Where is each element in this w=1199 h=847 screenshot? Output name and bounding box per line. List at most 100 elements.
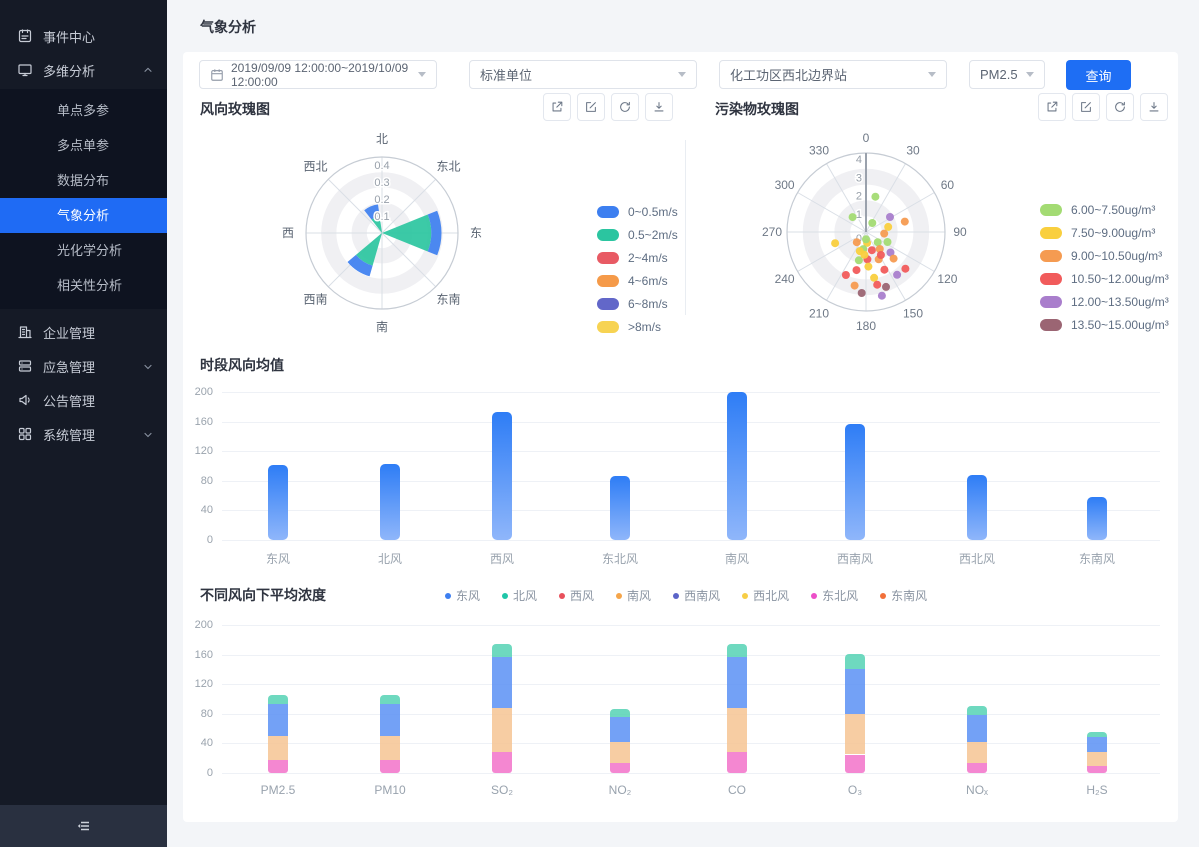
- date-range-picker[interactable]: 2019/09/09 12:00:00~2019/10/09 12:00:00: [199, 60, 437, 89]
- legend-dot: [811, 593, 817, 599]
- svg-text:3: 3: [856, 172, 862, 184]
- svg-text:330: 330: [809, 144, 829, 158]
- svg-text:4: 4: [856, 154, 862, 166]
- stack-seg-PM10-东风: [380, 704, 400, 736]
- legend-item-西北风[interactable]: 西北风: [742, 587, 789, 604]
- legend-swatch: [1040, 273, 1062, 285]
- legend-swatch: [597, 275, 619, 287]
- y-axis-tick: 40: [183, 504, 213, 516]
- sidebar-subitem-multi-point-single[interactable]: 多点单参: [0, 128, 167, 163]
- sidebar-subitem-data-distribution[interactable]: 数据分布: [0, 163, 167, 198]
- legend-item[interactable]: 12.00~13.50ug/m³: [1040, 295, 1169, 309]
- refresh-button[interactable]: [1106, 93, 1134, 121]
- bar-东北风: [610, 476, 630, 540]
- gridline: [222, 451, 1160, 452]
- legend-item-北风[interactable]: 北风: [502, 587, 537, 604]
- chevron-down-icon: [418, 72, 426, 81]
- sidebar-item-enterprise[interactable]: 企业管理: [0, 315, 167, 349]
- legend-item-东南风[interactable]: 东南风: [880, 587, 927, 604]
- legend-item[interactable]: 9.00~10.50ug/m³: [1040, 249, 1169, 263]
- legend-item[interactable]: 7.50~9.00ug/m³: [1040, 226, 1169, 240]
- unit-select[interactable]: 标准单位: [469, 60, 697, 89]
- wind-average-bar-section: 时段风向均值 04080120160200东风北风西风东北风南风西南风西北风东南…: [183, 352, 1178, 572]
- legend-item[interactable]: >8m/s: [597, 320, 678, 334]
- x-axis-label: PM10: [374, 783, 405, 797]
- open-external-button[interactable]: [543, 93, 571, 121]
- svg-text:0: 0: [863, 131, 870, 145]
- svg-text:150: 150: [903, 306, 923, 320]
- pollutant-rose-title: 污染物玫瑰图: [715, 99, 799, 119]
- sidebar-item-emergency[interactable]: 应急管理: [0, 349, 167, 383]
- legend-swatch: [1040, 319, 1062, 331]
- pollutant-select-value: PM2.5: [980, 67, 1018, 82]
- legend-item-西南风[interactable]: 西南风: [673, 587, 720, 604]
- legend-item[interactable]: 13.50~15.00ug/m³: [1040, 318, 1169, 332]
- sidebar-subitem-single-point-multi[interactable]: 单点多参: [0, 93, 167, 128]
- sidebar-subitem-weather-analysis[interactable]: 气象分析: [0, 198, 167, 233]
- svg-text:180: 180: [856, 319, 876, 333]
- x-axis-label: 北风: [378, 550, 402, 567]
- collapse-sidebar-icon: [76, 818, 92, 834]
- edit-button[interactable]: [577, 93, 605, 121]
- stack-seg-CO-南风: [727, 708, 747, 752]
- y-axis-tick: 200: [183, 619, 213, 631]
- stack-seg-NOₓ-南风: [967, 742, 987, 763]
- gridline: [222, 743, 1160, 744]
- download-button[interactable]: [1140, 93, 1168, 121]
- stack-seg-H₂S-南风: [1087, 752, 1107, 767]
- legend-item[interactable]: 0.5~2m/s: [597, 228, 678, 242]
- sidebar-subitem-correlation[interactable]: 相关性分析: [0, 268, 167, 303]
- sidebar-item-event-center[interactable]: 事件中心: [0, 19, 167, 53]
- open-external-button[interactable]: [1038, 93, 1066, 121]
- svg-text:0.2: 0.2: [374, 194, 389, 206]
- submenu-multi-analysis: 单点多参多点单参数据分布气象分析光化学分析相关性分析: [0, 89, 167, 309]
- legend-item-南风[interactable]: 南风: [616, 587, 651, 604]
- legend-item[interactable]: 2~4m/s: [597, 251, 678, 265]
- stack-seg-H₂S-东北风: [1087, 766, 1107, 773]
- refresh-button[interactable]: [611, 93, 639, 121]
- legend-item[interactable]: 10.50~12.00ug/m³: [1040, 272, 1169, 286]
- stack-seg-CO-东风: [727, 657, 747, 708]
- chevron-down-icon: [143, 362, 153, 370]
- legend-item[interactable]: 0~0.5m/s: [597, 205, 678, 219]
- query-button[interactable]: 查询: [1066, 60, 1131, 90]
- x-axis-label: SO₂: [491, 783, 513, 797]
- edit-button[interactable]: [1072, 93, 1100, 121]
- svg-text:0.4: 0.4: [374, 160, 389, 172]
- doc-icon: [17, 28, 33, 44]
- bar-东南风: [1087, 497, 1107, 540]
- legend-item[interactable]: 6.00~7.50ug/m³: [1040, 203, 1169, 217]
- rose-charts-canvas: 北东北东东南南西南西西北0.40.30.20.10306090120150180…: [183, 130, 1178, 352]
- y-axis-tick: 160: [183, 649, 213, 661]
- legend-item[interactable]: 6~8m/s: [597, 297, 678, 311]
- stack-seg-SO₂-南风: [492, 708, 512, 752]
- x-axis-label: 西南风: [837, 550, 873, 567]
- sidebar-collapse-button[interactable]: [0, 805, 167, 847]
- gridline: [222, 625, 1160, 626]
- avg-concentration-section: 不同风向下平均浓度 东风北风西风南风西南风西北风东北风东南风 040801201…: [183, 583, 1178, 813]
- legend-item-东风[interactable]: 东风: [445, 587, 480, 604]
- legend-item[interactable]: 4~6m/s: [597, 274, 678, 288]
- y-axis-tick: 80: [183, 475, 213, 487]
- sidebar-item-multi-analysis[interactable]: 多维分析: [0, 53, 167, 87]
- sidebar-item-announcement[interactable]: 公告管理: [0, 383, 167, 417]
- stack-seg-PM2.5-南风: [268, 736, 288, 760]
- station-select[interactable]: 化工功区西北边界站: [719, 60, 947, 89]
- x-axis-label: CO: [728, 783, 746, 797]
- download-button[interactable]: [645, 93, 673, 121]
- x-axis-label: 东北风: [602, 550, 638, 567]
- sidebar: 事件中心多维分析单点多参多点单参数据分布气象分析光化学分析相关性分析企业管理应急…: [0, 0, 167, 847]
- legend-item-西风[interactable]: 西风: [559, 587, 594, 604]
- svg-text:30: 30: [906, 144, 920, 158]
- sidebar-item-system[interactable]: 系统管理: [0, 417, 167, 451]
- wind-rose-title: 风向玫瑰图: [200, 99, 270, 119]
- legend-dot: [673, 593, 679, 599]
- legend-item-东北风[interactable]: 东北风: [811, 587, 858, 604]
- bar-东风: [268, 465, 288, 540]
- monitor-icon: [17, 62, 33, 78]
- bar-南风: [727, 392, 747, 540]
- sidebar-subitem-photochemical[interactable]: 光化学分析: [0, 233, 167, 268]
- pollutant-select[interactable]: PM2.5: [969, 60, 1045, 89]
- rose-charts-section: 风向玫瑰图 污染物玫瑰图 北东北东东南南西南西西北0.40.30.20.1030…: [183, 90, 1178, 352]
- bar-西风: [492, 412, 512, 540]
